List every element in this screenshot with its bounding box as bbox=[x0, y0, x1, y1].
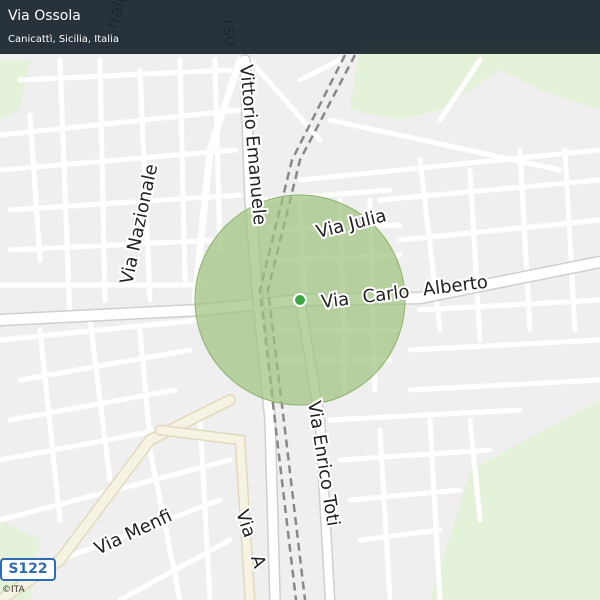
location-title: Via Ossola bbox=[8, 8, 81, 24]
road-shield: S122 bbox=[0, 558, 56, 581]
location-dot-icon[interactable] bbox=[293, 293, 307, 307]
location-header: Via Ossola Canicattì, Sicilia, Italia bbox=[0, 0, 600, 54]
location-subtitle: Canicattì, Sicilia, Italia bbox=[8, 34, 119, 45]
map-attribution[interactable]: ©ITA bbox=[2, 585, 25, 595]
map-canvas[interactable]: Via Nazionale Vittorio Emanuele Via Juli… bbox=[0, 0, 600, 600]
